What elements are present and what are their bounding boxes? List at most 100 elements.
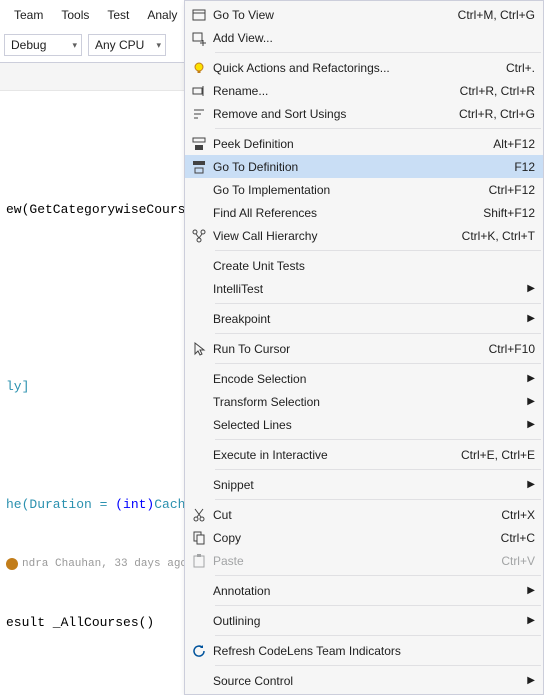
menu-item-selected-lines[interactable]: Selected Lines▶: [185, 413, 543, 436]
menu-item-transform-selection[interactable]: Transform Selection▶: [185, 390, 543, 413]
menu-item-intellitest[interactable]: IntelliTest▶: [185, 277, 543, 300]
menu-shortcut: F12: [502, 160, 535, 174]
menu-separator: [215, 575, 541, 576]
copy-icon: [185, 530, 213, 546]
platform-dropdown[interactable]: Any CPU ▾: [88, 34, 166, 56]
addview-icon: [185, 30, 213, 46]
menu-label: Go To Implementation: [213, 183, 477, 197]
rename-icon: [185, 83, 213, 99]
menu-separator: [215, 333, 541, 334]
menu-label: Outlining: [213, 614, 515, 628]
refresh-icon: [185, 643, 213, 659]
menu-label: Cut: [213, 508, 489, 522]
menu-label: Find All References: [213, 206, 471, 220]
menu-label: Snippet: [213, 478, 515, 492]
hierarchy-icon: [185, 228, 213, 244]
menu-item-outlining[interactable]: Outlining▶: [185, 609, 543, 632]
menu-label: Breakpoint: [213, 312, 515, 326]
menu-item-create-unit-tests[interactable]: Create Unit Tests: [185, 254, 543, 277]
menu-item-peek-definition[interactable]: Peek DefinitionAlt+F12: [185, 132, 543, 155]
menu-item-source-control[interactable]: Source Control▶: [185, 669, 543, 692]
context-menu: Go To ViewCtrl+M, Ctrl+GAdd View... Quick…: [184, 0, 544, 695]
peek-icon: [185, 136, 213, 152]
config-value: Debug: [11, 38, 46, 52]
menu-separator: [215, 52, 541, 53]
menu-item-add-view[interactable]: Add View...: [185, 26, 543, 49]
menu-label: Run To Cursor: [213, 342, 477, 356]
menu-tools[interactable]: Tools: [61, 8, 89, 22]
menu-label: Selected Lines: [213, 418, 515, 432]
menu-shortcut: Ctrl+R, Ctrl+R: [448, 84, 535, 98]
menu-analyze[interactable]: Analy: [147, 8, 177, 22]
menu-separator: [215, 469, 541, 470]
author-icon: [6, 558, 18, 570]
menu-item-refresh-codelens-team-indicators[interactable]: Refresh CodeLens Team Indicators: [185, 639, 543, 662]
menu-item-find-all-references[interactable]: Find All ReferencesShift+F12: [185, 201, 543, 224]
menu-label: IntelliTest: [213, 282, 515, 296]
menu-item-copy[interactable]: CopyCtrl+C: [185, 526, 543, 549]
config-dropdown[interactable]: Debug ▾: [4, 34, 82, 56]
menu-item-breakpoint[interactable]: Breakpoint▶: [185, 307, 543, 330]
platform-value: Any CPU: [95, 38, 144, 52]
cut-icon: [185, 507, 213, 523]
menu-label: Encode Selection: [213, 372, 515, 386]
menu-label: Paste: [213, 554, 489, 568]
menu-separator: [215, 250, 541, 251]
menu-label: Source Control: [213, 674, 515, 688]
menu-shortcut: Alt+F12: [481, 137, 535, 151]
menu-item-execute-in-interactive[interactable]: Execute in InteractiveCtrl+E, Ctrl+E: [185, 443, 543, 466]
menu-item-run-to-cursor[interactable]: Run To CursorCtrl+F10: [185, 337, 543, 360]
menu-item-remove-and-sort-usings[interactable]: Remove and Sort UsingsCtrl+R, Ctrl+G: [185, 102, 543, 125]
menu-label: Go To View: [213, 8, 446, 22]
menu-label: Rename...: [213, 84, 448, 98]
menu-separator: [215, 128, 541, 129]
menu-item-cut[interactable]: CutCtrl+X: [185, 503, 543, 526]
menu-separator: [215, 439, 541, 440]
submenu-arrow-icon: ▶: [515, 419, 535, 430]
menu-item-go-to-definition[interactable]: Go To DefinitionF12: [185, 155, 543, 178]
submenu-arrow-icon: ▶: [515, 479, 535, 490]
menu-label: Quick Actions and Refactorings...: [213, 61, 494, 75]
submenu-arrow-icon: ▶: [515, 396, 535, 407]
menu-shortcut: Ctrl+V: [489, 554, 535, 568]
menu-item-annotation[interactable]: Annotation▶: [185, 579, 543, 602]
menu-label: View Call Hierarchy: [213, 229, 450, 243]
menu-item-view-call-hierarchy[interactable]: View Call HierarchyCtrl+K, Ctrl+T: [185, 224, 543, 247]
menu-item-encode-selection[interactable]: Encode Selection▶: [185, 367, 543, 390]
menu-label: Execute in Interactive: [213, 448, 449, 462]
menu-item-paste: PasteCtrl+V: [185, 549, 543, 572]
submenu-arrow-icon: ▶: [515, 313, 535, 324]
menu-separator: [215, 605, 541, 606]
submenu-arrow-icon: ▶: [515, 585, 535, 596]
menu-separator: [215, 499, 541, 500]
submenu-arrow-icon: ▶: [515, 283, 535, 294]
menu-label: Copy: [213, 531, 489, 545]
menu-item-rename[interactable]: Rename...Ctrl+R, Ctrl+R: [185, 79, 543, 102]
menu-item-go-to-implementation[interactable]: Go To ImplementationCtrl+F12: [185, 178, 543, 201]
menu-team[interactable]: Team: [14, 8, 43, 22]
menu-label: Go To Definition: [213, 160, 502, 174]
menu-label: Refresh CodeLens Team Indicators: [213, 644, 535, 658]
view-icon: [185, 7, 213, 23]
menu-shortcut: Ctrl+F12: [477, 183, 535, 197]
menu-shortcut: Shift+F12: [471, 206, 535, 220]
menu-shortcut: Ctrl+C: [489, 531, 535, 545]
menu-shortcut: Ctrl+F10: [477, 342, 535, 356]
bulb-icon: [185, 60, 213, 76]
submenu-arrow-icon: ▶: [515, 615, 535, 626]
menu-shortcut: Ctrl+K, Ctrl+T: [450, 229, 535, 243]
menu-item-go-to-view[interactable]: Go To ViewCtrl+M, Ctrl+G: [185, 3, 543, 26]
menu-shortcut: Ctrl+E, Ctrl+E: [449, 448, 535, 462]
menu-label: Annotation: [213, 584, 515, 598]
menu-test[interactable]: Test: [107, 8, 129, 22]
menu-label: Transform Selection: [213, 395, 515, 409]
menu-shortcut: Ctrl+X: [489, 508, 535, 522]
sort-icon: [185, 106, 213, 122]
menu-shortcut: Ctrl+R, Ctrl+G: [447, 107, 535, 121]
menu-item-quick-actions-and-refactorings[interactable]: Quick Actions and Refactorings...Ctrl+.: [185, 56, 543, 79]
menu-separator: [215, 665, 541, 666]
menu-separator: [215, 635, 541, 636]
paste-icon: [185, 553, 213, 569]
goto-icon: [185, 159, 213, 175]
menu-item-snippet[interactable]: Snippet▶: [185, 473, 543, 496]
